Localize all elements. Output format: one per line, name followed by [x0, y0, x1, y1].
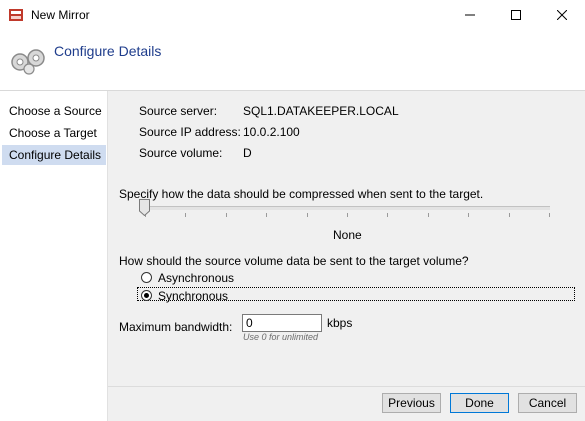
compression-prompt: Specify how the data should be compresse… — [119, 187, 484, 201]
slider-tick — [185, 213, 187, 217]
page-title: Configure Details — [54, 43, 162, 59]
maximize-icon — [511, 10, 521, 20]
source-ip-value: 10.0.2.100 — [243, 125, 300, 139]
cancel-button[interactable]: Cancel — [518, 393, 577, 413]
minimize-icon — [465, 14, 475, 16]
bandwidth-input[interactable]: 0 — [242, 314, 322, 332]
source-volume-label: Source volume: — [139, 146, 223, 160]
slider-tick — [266, 213, 268, 217]
footer-separator — [108, 386, 585, 387]
compression-level-label: None — [333, 228, 362, 242]
source-server-value: SQL1.DATAKEEPER.LOCAL — [243, 104, 399, 118]
synchronous-label[interactable]: Synchronous — [158, 289, 228, 303]
slider-tick — [387, 213, 389, 217]
source-ip-label: Source IP address: — [139, 125, 241, 139]
close-icon — [557, 10, 567, 20]
title-bar: New Mirror — [0, 0, 585, 30]
gears-icon — [11, 49, 45, 75]
close-button[interactable] — [539, 0, 585, 30]
compression-slider-track[interactable] — [147, 206, 550, 210]
synchronous-radio[interactable] — [141, 290, 152, 301]
previous-button[interactable]: Previous — [382, 393, 441, 413]
asynchronous-label[interactable]: Asynchronous — [158, 271, 234, 285]
sidebar-item-configure-details[interactable]: Configure Details — [2, 145, 106, 165]
slider-tick — [427, 213, 429, 217]
replication-prompt: How should the source volume data be sen… — [119, 254, 469, 268]
sidebar-item-choose-source[interactable]: Choose a Source — [2, 101, 106, 121]
minimize-button[interactable] — [447, 0, 493, 30]
window-title: New Mirror — [31, 8, 90, 22]
slider-tick — [508, 213, 510, 217]
slider-tick — [347, 213, 348, 217]
done-button[interactable]: Done — [450, 393, 509, 413]
bandwidth-label: Maximum bandwidth: — [119, 320, 233, 334]
sidebar-item-label: Choose a Target — [9, 126, 97, 140]
slider-tick — [225, 213, 227, 217]
wizard-steps-sidebar: Choose a Source Choose a Target Configur… — [0, 91, 108, 421]
slider-tick — [306, 213, 308, 217]
source-volume-value: D — [243, 146, 252, 160]
sidebar-item-choose-target[interactable]: Choose a Target — [2, 123, 106, 143]
mirror-app-icon — [9, 9, 23, 21]
sidebar-item-label: Configure Details — [9, 148, 102, 162]
maximize-button[interactable] — [493, 0, 539, 30]
compression-slider-thumb[interactable] — [139, 199, 150, 216]
source-server-label: Source server: — [139, 104, 218, 118]
sidebar-item-label: Choose a Source — [9, 104, 102, 118]
asynchronous-radio[interactable] — [141, 272, 152, 283]
slider-tick — [468, 213, 470, 217]
bandwidth-hint: Use 0 for unlimited — [243, 332, 319, 342]
wizard-header: Configure Details — [0, 30, 585, 91]
slider-tick — [549, 213, 550, 217]
bandwidth-unit: kbps — [327, 316, 353, 330]
